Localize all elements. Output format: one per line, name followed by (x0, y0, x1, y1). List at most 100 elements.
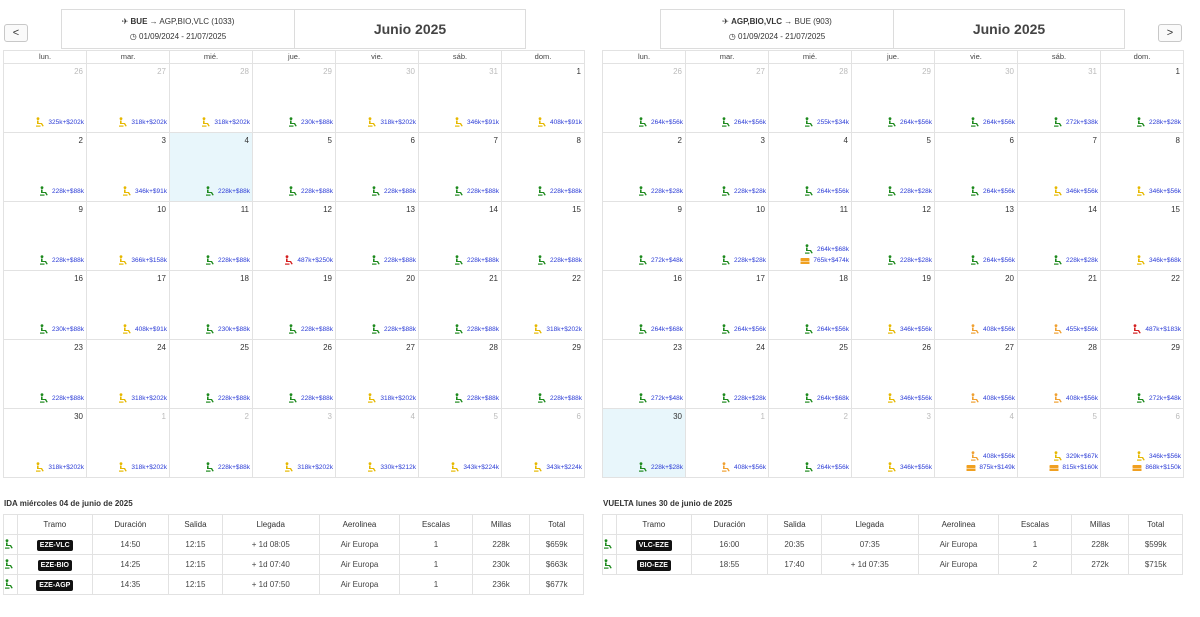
calendar-day-cell[interactable]: 10 366k+$158k (87, 202, 170, 271)
calendar-day-cell[interactable]: 28 408k+$56k (1018, 340, 1101, 409)
calendar-day-cell[interactable]: 2 228k+$88k (4, 133, 87, 202)
calendar-day-cell[interactable]: 5 343k+$224k (419, 409, 502, 478)
calendar-day-cell[interactable]: 1 228k+$28k (1101, 64, 1184, 133)
calendar-day-cell[interactable]: 12 228k+$28k (852, 202, 935, 271)
calendar-day-cell[interactable]: 13 228k+$88k (336, 202, 419, 271)
weekday-label: mié. (769, 51, 852, 64)
calendar-day-cell[interactable]: 25 228k+$88k (170, 340, 253, 409)
calendar-day-cell[interactable]: 12 487k+$250k (253, 202, 336, 271)
calendar-day-cell[interactable]: 17 264k+$56k (686, 271, 769, 340)
arrival-cell: + 1d 08:05 (221, 534, 320, 555)
calendar-day-cell[interactable]: 6 228k+$88k (336, 133, 419, 202)
calendar-day-cell[interactable]: 10 228k+$28k (686, 202, 769, 271)
calendar-day-cell[interactable]: 6 343k+$224k (502, 409, 585, 478)
calendar-day-cell[interactable]: 5 329k+$67k 815k+$160k (1018, 409, 1101, 478)
calendar-day-cell[interactable]: 4 408k+$56k 875k+$149k (935, 409, 1018, 478)
calendar-day-cell[interactable]: 19 228k+$88k (253, 271, 336, 340)
calendar-day-cell[interactable]: 14 228k+$28k (1018, 202, 1101, 271)
calendar-day-cell[interactable]: 29 264k+$56k (852, 64, 935, 133)
calendar-day-cell[interactable]: 11 264k+$68k 765k+$474k (769, 202, 852, 271)
calendar-day-cell[interactable]: 15 228k+$88k (502, 202, 585, 271)
day-number: 6 (576, 412, 581, 421)
calendar-day-cell[interactable]: 28 318k+$202k (170, 64, 253, 133)
calendar-day-cell[interactable]: 21 455k+$56k (1018, 271, 1101, 340)
weekday-label: jue. (852, 51, 935, 64)
calendar-day-cell[interactable]: 17 408k+$91k (87, 271, 170, 340)
table-row[interactable]: BIO-EZE 18:55 17:40 + 1d 07:35 Air Europa 2 27… (602, 554, 1183, 575)
calendar-day-cell[interactable]: 29 228k+$88k (502, 340, 585, 409)
calendar-day-cell[interactable]: 22 318k+$202k (502, 271, 585, 340)
calendar-day-cell[interactable]: 28 228k+$88k (419, 340, 502, 409)
calendar-day-cell[interactable]: 6 346k+$56k 868k+$150k (1101, 409, 1184, 478)
calendar-day-cell[interactable]: 30 318k+$202k (4, 409, 87, 478)
calendar-day-cell[interactable]: 3 228k+$28k (686, 133, 769, 202)
calendar-day-cell[interactable]: 28 255k+$34k (769, 64, 852, 133)
calendar-day-cell[interactable]: 14 228k+$88k (419, 202, 502, 271)
calendar-day-cell[interactable]: 1 408k+$56k (686, 409, 769, 478)
calendar-day-cell[interactable]: 25 264k+$68k (769, 340, 852, 409)
calendar-day-cell[interactable]: 23 228k+$88k (4, 340, 87, 409)
table-row[interactable]: EZE-AGP 14:35 12:15 + 1d 07:50 Air Europa 1 23… (3, 574, 584, 595)
prev-month-button[interactable]: < (4, 24, 28, 42)
calendar-day-cell[interactable]: 18 230k+$88k (170, 271, 253, 340)
calendar-day-cell[interactable]: 30 318k+$202k (336, 64, 419, 133)
calendar-day-cell[interactable]: 29 272k+$48k (1101, 340, 1184, 409)
calendar-day-cell[interactable]: 27 318k+$202k (87, 64, 170, 133)
calendar-day-cell[interactable]: 2 228k+$28k (603, 133, 686, 202)
calendar-day-cell[interactable]: 7 346k+$56k (1018, 133, 1101, 202)
table-row[interactable]: VLC-EZE 16:00 20:35 07:35 Air Europa 1 228k $59… (602, 534, 1183, 555)
calendar-day-cell[interactable]: 20 228k+$88k (336, 271, 419, 340)
calendar-day-cell[interactable]: 24 318k+$202k (87, 340, 170, 409)
calendar-day-cell[interactable]: 16 230k+$88k (4, 271, 87, 340)
calendar-day-cell[interactable]: 22 487k+$183k (1101, 271, 1184, 340)
calendar-day-cell[interactable]: 7 228k+$88k (419, 133, 502, 202)
calendar-day-cell[interactable]: 3 346k+$91k (87, 133, 170, 202)
calendar-day-cell[interactable]: 31 346k+$91k (419, 64, 502, 133)
calendar-day-cell[interactable]: 13 264k+$56k (935, 202, 1018, 271)
calendar-day-cell[interactable]: 30 264k+$56k (935, 64, 1018, 133)
calendar-day-cell[interactable]: 31 272k+$38k (1018, 64, 1101, 133)
calendar-day-cell[interactable]: 20 408k+$56k (935, 271, 1018, 340)
calendar-day-cell[interactable]: 5 228k+$88k (253, 133, 336, 202)
seat-icon (206, 324, 214, 334)
calendar-day-cell[interactable]: 4 228k+$88k (170, 133, 253, 202)
calendar-day-cell[interactable]: 1 318k+$202k (87, 409, 170, 478)
calendar-day-cell[interactable]: 2 228k+$88k (170, 409, 253, 478)
calendar-day-cell[interactable]: 26 325k+$202k (4, 64, 87, 133)
seat-icon (639, 117, 647, 127)
calendar-day-cell[interactable]: 11 228k+$88k (170, 202, 253, 271)
calendar-day-cell[interactable]: 24 228k+$28k (686, 340, 769, 409)
calendar-day-cell[interactable]: 26 228k+$88k (253, 340, 336, 409)
calendar-day-cell[interactable]: 26 264k+$56k (603, 64, 686, 133)
calendar-day-cell[interactable]: 27 408k+$56k (935, 340, 1018, 409)
table-row[interactable]: EZE-BIO 14:25 12:15 + 1d 07:40 Air Europa 1 23… (3, 554, 584, 575)
weekday-label: lun. (603, 51, 686, 64)
calendar-day-cell[interactable]: 6 264k+$56k (935, 133, 1018, 202)
calendar-day-cell[interactable]: 21 228k+$88k (419, 271, 502, 340)
calendar-day-cell[interactable]: 19 346k+$56k (852, 271, 935, 340)
calendar-day-cell[interactable]: 3 346k+$56k (852, 409, 935, 478)
calendar-day-cell[interactable]: 27 318k+$202k (336, 340, 419, 409)
calendar-day-cell[interactable]: 27 264k+$56k (686, 64, 769, 133)
calendar-day-cell[interactable]: 4 264k+$56k (769, 133, 852, 202)
calendar-day-cell[interactable]: 9 272k+$48k (603, 202, 686, 271)
calendar-day-cell[interactable]: 26 346k+$56k (852, 340, 935, 409)
table-row[interactable]: EZE-VLC 14:50 12:15 + 1d 08:05 Air Europa 1 22… (3, 534, 584, 555)
award-price: 228k+$28k (638, 186, 683, 196)
calendar-day-cell[interactable]: 15 346k+$68k (1101, 202, 1184, 271)
calendar-day-cell[interactable]: 2 264k+$56k (769, 409, 852, 478)
calendar-day-cell[interactable]: 29 230k+$88k (253, 64, 336, 133)
calendar-day-cell[interactable]: 16 264k+$68k (603, 271, 686, 340)
calendar-day-cell[interactable]: 8 228k+$88k (502, 133, 585, 202)
next-month-button[interactable]: > (1158, 24, 1182, 42)
calendar-day-cell[interactable]: 23 272k+$48k (603, 340, 686, 409)
calendar-day-cell[interactable]: 3 318k+$202k (253, 409, 336, 478)
calendar-day-cell[interactable]: 5 228k+$28k (852, 133, 935, 202)
calendar-day-cell[interactable]: 4 330k+$212k (336, 409, 419, 478)
calendar-day-cell[interactable]: 8 346k+$56k (1101, 133, 1184, 202)
calendar-day-cell[interactable]: 18 264k+$56k (769, 271, 852, 340)
price-text: 228k+$88k (550, 394, 582, 402)
calendar-day-cell[interactable]: 1 408k+$91k (502, 64, 585, 133)
calendar-day-cell[interactable]: 9 228k+$88k (4, 202, 87, 271)
calendar-day-cell[interactable]: 30 228k+$28k (603, 409, 686, 478)
